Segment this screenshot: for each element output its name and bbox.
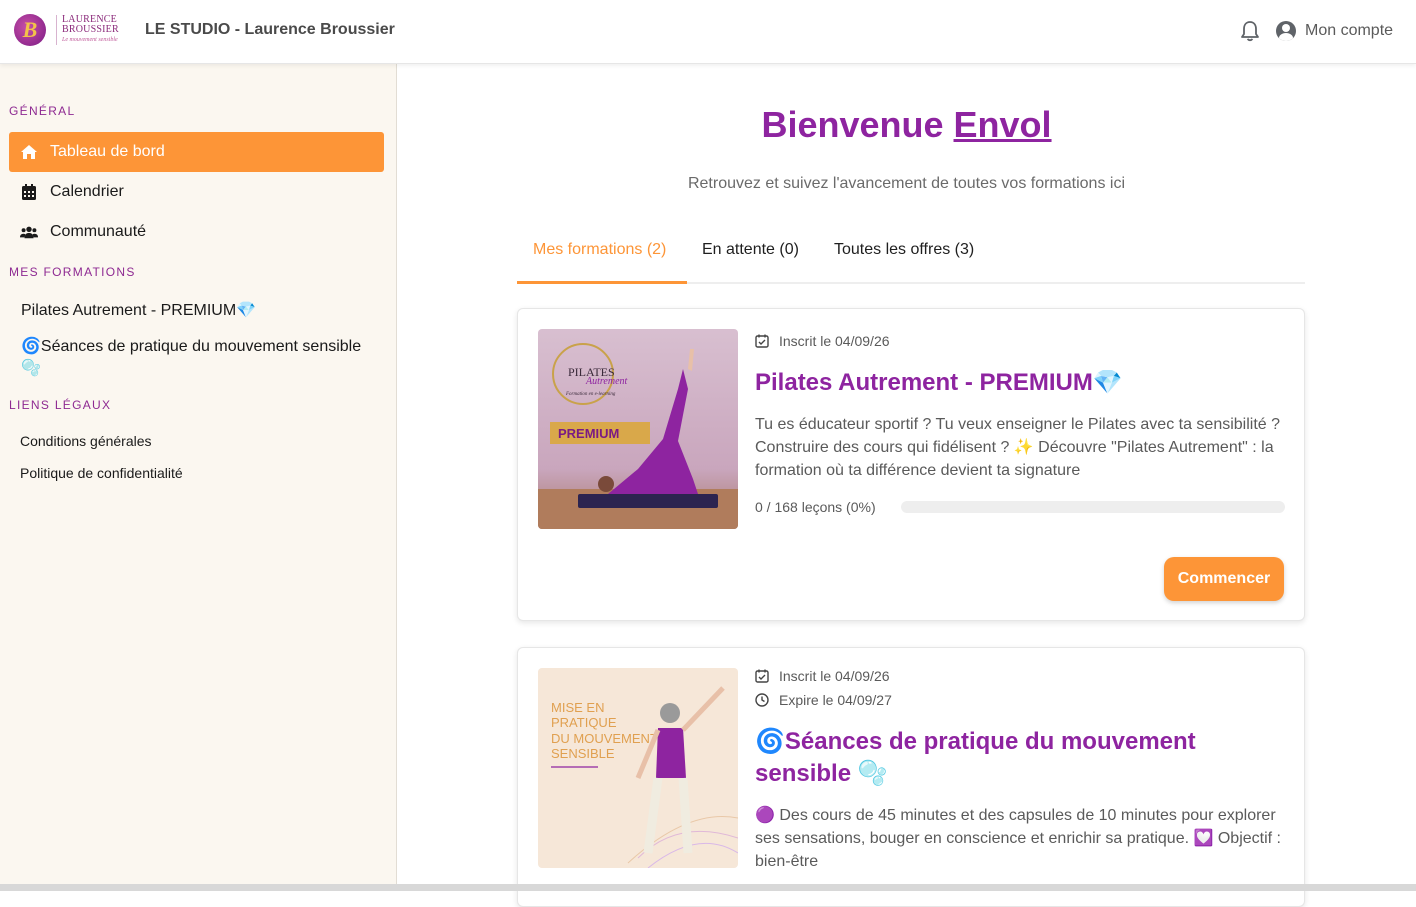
notifications-bell-icon[interactable] [1240, 20, 1260, 42]
logo-line2: BROUSSIER [62, 24, 119, 35]
logo-line3: Le mouvement sensible [62, 37, 118, 43]
section-title-general: GÉNÉRAL [9, 104, 76, 118]
sidebar-item-community[interactable]: Communauté [9, 212, 384, 252]
calendar-icon [20, 183, 38, 201]
formation-thumbnail[interactable]: MISE EN PRATIQUE DU MOUVEMENT SENSIBLE [538, 668, 738, 868]
brand-logo[interactable]: B LAURENCE BROUSSIER Le mouvement sensib… [14, 11, 129, 49]
tabs: Mes formations (2) En attente (0) Toutes… [517, 228, 1305, 284]
tab-pending[interactable]: En attente (0) [702, 241, 799, 259]
sidebar: GÉNÉRAL Tableau de bord Calendrier Commu… [0, 64, 397, 891]
sidebar-item-calendar[interactable]: Calendrier [9, 172, 384, 212]
svg-text:Autrement: Autrement [585, 376, 628, 387]
section-title-formations: MES FORMATIONS [9, 265, 136, 279]
tab-my-formations[interactable]: Mes formations (2) [533, 241, 666, 259]
calendar-check-icon [755, 334, 769, 348]
formation-card: PILATES Autrement Formation en e-learnin… [517, 308, 1305, 621]
expiry-date: Expire le 04/09/27 [779, 692, 892, 708]
progress-bar [901, 501, 1285, 513]
sidebar-item-label: Tableau de bord [50, 143, 165, 160]
user-name-link[interactable]: Envol [954, 104, 1052, 145]
formation-title[interactable]: Pilates Autrement - PREMIUM💎 [755, 368, 1285, 398]
enrolled-date: Inscrit le 04/09/26 [779, 333, 890, 349]
sidebar-item-label: Calendrier [50, 183, 124, 200]
formation-title[interactable]: 🌀Séances de pratique du mouvement sensib… [755, 726, 1285, 790]
link-terms[interactable]: Conditions générales [20, 433, 152, 449]
logo-emblem-icon: B [14, 14, 46, 46]
user-circle-icon [1276, 21, 1296, 41]
clock-icon [755, 693, 769, 707]
enrolled-date: Inscrit le 04/09/26 [779, 668, 890, 684]
top-bar: B LAURENCE BROUSSIER Le mouvement sensib… [0, 0, 1416, 64]
svg-text:PREMIUM: PREMIUM [558, 426, 619, 441]
formation-description: 🟣 Des cours de 45 minutes et des capsule… [755, 807, 1281, 870]
start-button[interactable]: Commencer [1164, 557, 1284, 601]
link-privacy[interactable]: Politique de confidentialité [20, 465, 183, 481]
formation-card: MISE EN PRATIQUE DU MOUVEMENT SENSIBLE I… [517, 647, 1305, 907]
window-bottom-edge [0, 884, 1416, 891]
active-tab-indicator [517, 281, 687, 284]
account-menu[interactable]: Mon compte [1276, 21, 1393, 41]
sidebar-item-label: Communauté [50, 223, 147, 240]
tab-all-offers[interactable]: Toutes les offres (3) [834, 241, 974, 259]
formation-thumbnail[interactable]: PILATES Autrement Formation en e-learnin… [538, 329, 738, 529]
calendar-check-icon [755, 669, 769, 683]
sidebar-formation-pilates[interactable]: Pilates Autrement - PREMIUM💎 [21, 300, 381, 322]
account-label: Mon compte [1305, 22, 1394, 39]
app-title: LE STUDIO - Laurence Broussier [145, 21, 395, 38]
page-subtitle: Retrouvez et suivez l'avancement de tout… [687, 175, 1126, 192]
sidebar-formation-seances[interactable]: 🌀Séances de pratique du mouvement sensib… [21, 336, 381, 380]
progress-label: 0 / 168 leçons (0%) [755, 499, 876, 515]
page-title: Bienvenue Envol [761, 104, 1052, 145]
svg-text:Formation en e-learning: Formation en e-learning [565, 392, 616, 397]
main-content: Bienvenue Envol Retrouvez et suivez l'av… [397, 64, 1416, 907]
home-icon [20, 143, 38, 161]
formation-description: Tu es éducateur sportif ? Tu veux enseig… [755, 416, 1281, 479]
users-icon [20, 223, 38, 241]
section-title-legal: LIENS LÉGAUX [9, 398, 112, 412]
sidebar-item-dashboard[interactable]: Tableau de bord [9, 132, 384, 172]
